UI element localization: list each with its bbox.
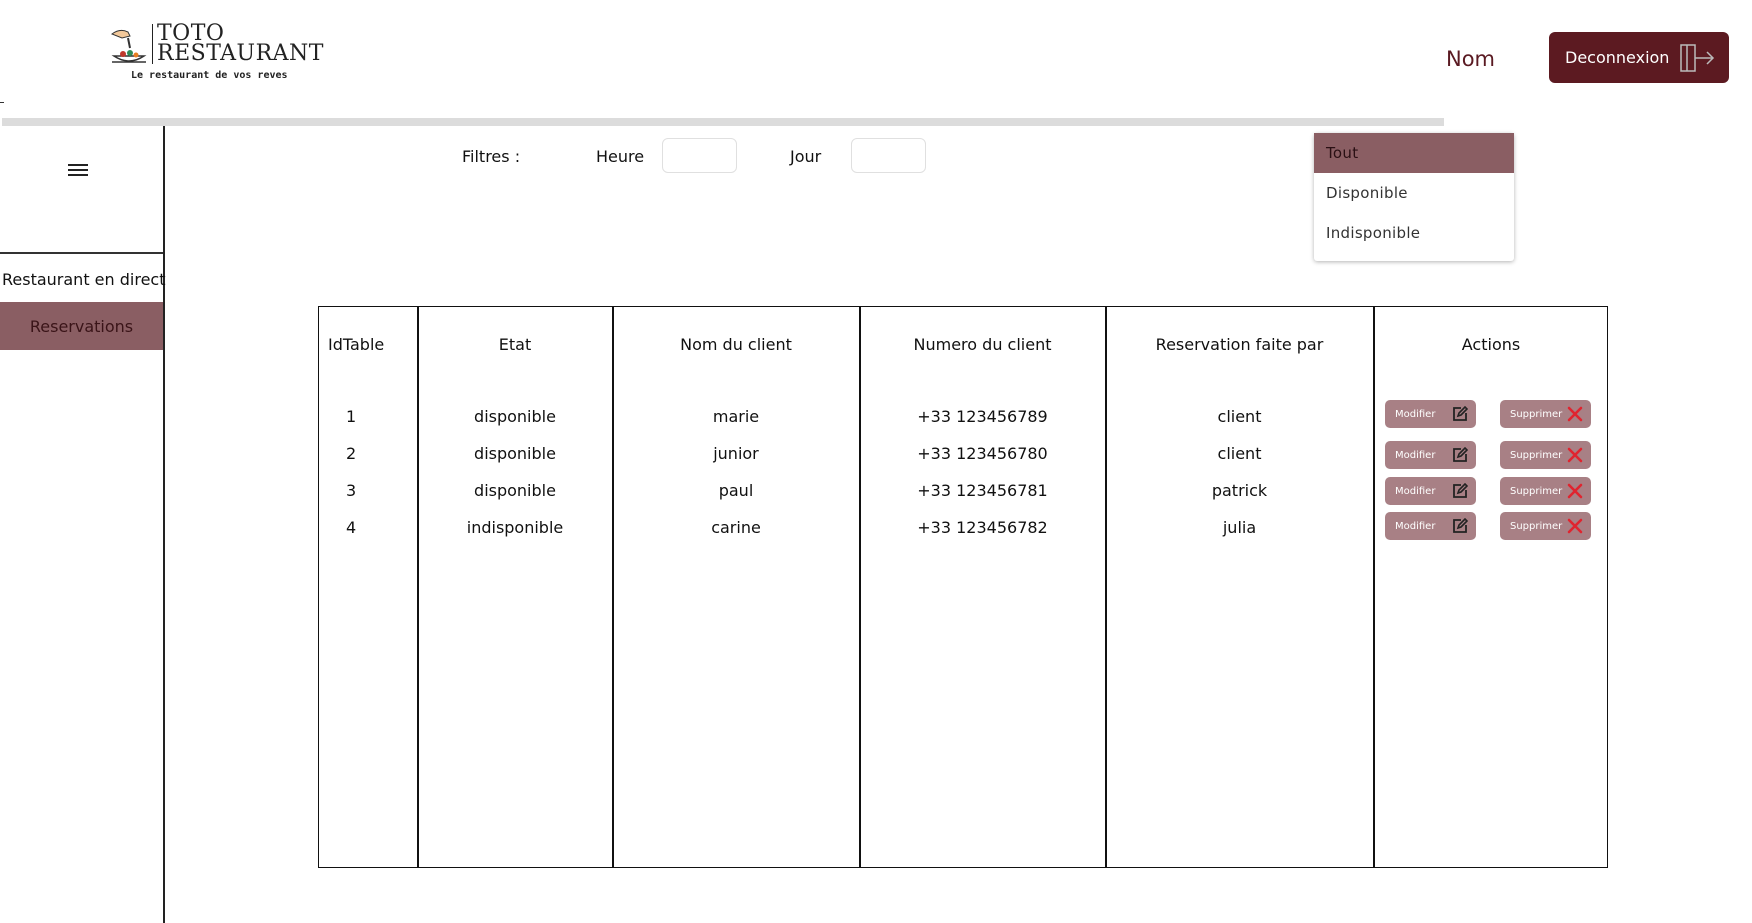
- header-etat: Etat: [498, 335, 532, 354]
- logo-title: TOTO RESTAURANT: [152, 23, 324, 66]
- cell-numero: +33 123456789: [917, 407, 1048, 426]
- delete-label: Supprimer: [1510, 485, 1563, 497]
- column-divider: [1373, 306, 1375, 868]
- cell-nom: junior: [713, 444, 759, 463]
- cell-numero: +33 123456782: [917, 518, 1048, 537]
- header-divider: [2, 118, 1444, 126]
- cell-etat: disponible: [474, 407, 556, 426]
- close-icon: [1567, 447, 1583, 463]
- edit-icon: [1453, 483, 1468, 498]
- delete-button[interactable]: Supprimer: [1500, 477, 1591, 505]
- cell-par: client: [1217, 407, 1262, 426]
- filters-label: Filtres :: [462, 147, 521, 166]
- delete-label: Supprimer: [1510, 520, 1563, 532]
- cell-numero: +33 123456780: [917, 444, 1048, 463]
- logo-tagline: Le restaurant de vos reves: [131, 70, 288, 81]
- sidebar-border: [163, 126, 165, 923]
- column-divider: [859, 306, 861, 868]
- cell-numero: +33 123456781: [917, 481, 1048, 500]
- cell-id: 4: [346, 518, 357, 537]
- edit-icon: [1453, 447, 1468, 462]
- cell-id: 1: [346, 407, 357, 426]
- sidebar-item-restaurant-live[interactable]: Restaurant en direct: [2, 270, 166, 289]
- reservations-table: [318, 306, 1608, 868]
- modify-button[interactable]: Modifier: [1385, 477, 1476, 505]
- delete-button[interactable]: Supprimer: [1500, 441, 1591, 469]
- modify-label: Modifier: [1395, 408, 1436, 420]
- chef-hand-icon: [110, 29, 147, 63]
- edge-tick: [0, 102, 4, 103]
- delete-label: Supprimer: [1510, 408, 1563, 420]
- cell-par: julia: [1222, 518, 1257, 537]
- cell-etat: disponible: [474, 481, 556, 500]
- header-numero-client: Numero du client: [913, 335, 1052, 354]
- close-icon: [1567, 518, 1583, 534]
- modify-label: Modifier: [1395, 520, 1436, 532]
- cell-par: patrick: [1211, 481, 1268, 500]
- close-icon: [1567, 483, 1583, 499]
- column-divider: [1105, 306, 1107, 868]
- logo-title-line2: RESTAURANT: [157, 41, 324, 66]
- modify-button[interactable]: Modifier: [1385, 512, 1476, 540]
- dropdown-option-disponible[interactable]: Disponible: [1314, 173, 1514, 213]
- jour-label: Jour: [790, 147, 822, 166]
- cell-id: 2: [346, 444, 357, 463]
- cell-par: client: [1217, 444, 1262, 463]
- delete-button[interactable]: Supprimer: [1500, 512, 1591, 540]
- header-reservation-par: Reservation faite par: [1155, 335, 1324, 354]
- jour-input[interactable]: [851, 138, 926, 173]
- logout-button[interactable]: Deconnexion: [1549, 32, 1729, 83]
- column-divider: [417, 306, 419, 868]
- sidebar-separator: [0, 252, 163, 254]
- hamburger-icon[interactable]: [68, 164, 88, 180]
- modify-button[interactable]: Modifier: [1385, 400, 1476, 428]
- cell-etat: disponible: [474, 444, 556, 463]
- delete-button[interactable]: Supprimer: [1500, 400, 1591, 428]
- heure-label: Heure: [596, 147, 645, 166]
- header-nom-client: Nom du client: [680, 335, 792, 354]
- cell-nom: marie: [712, 407, 760, 426]
- logout-icon: [1680, 43, 1715, 72]
- dropdown-option-tout[interactable]: Tout: [1314, 133, 1514, 173]
- logo: TOTO RESTAURANT Le restaurant de vos rev…: [108, 23, 323, 84]
- delete-label: Supprimer: [1510, 449, 1563, 461]
- modify-label: Modifier: [1395, 449, 1436, 461]
- edit-icon: [1453, 406, 1468, 421]
- header-actions: Actions: [1461, 335, 1521, 354]
- close-icon: [1567, 406, 1583, 422]
- header-idtable: IdTable: [328, 335, 385, 354]
- edit-icon: [1453, 518, 1468, 533]
- modify-label: Modifier: [1395, 485, 1436, 497]
- cell-nom: paul: [718, 481, 754, 500]
- heure-input[interactable]: [662, 138, 737, 173]
- user-name: Nom: [1446, 47, 1496, 71]
- cell-etat: indisponible: [466, 518, 564, 537]
- column-divider: [612, 306, 614, 868]
- state-filter-dropdown: Tout Disponible Indisponible: [1314, 133, 1514, 261]
- dropdown-option-indisponible[interactable]: Indisponible: [1314, 213, 1514, 253]
- modify-button[interactable]: Modifier: [1385, 441, 1476, 469]
- logout-label: Deconnexion: [1565, 48, 1670, 67]
- sidebar-item-reservations[interactable]: Reservations: [0, 302, 163, 350]
- cell-id: 3: [346, 481, 357, 500]
- cell-nom: carine: [711, 518, 761, 537]
